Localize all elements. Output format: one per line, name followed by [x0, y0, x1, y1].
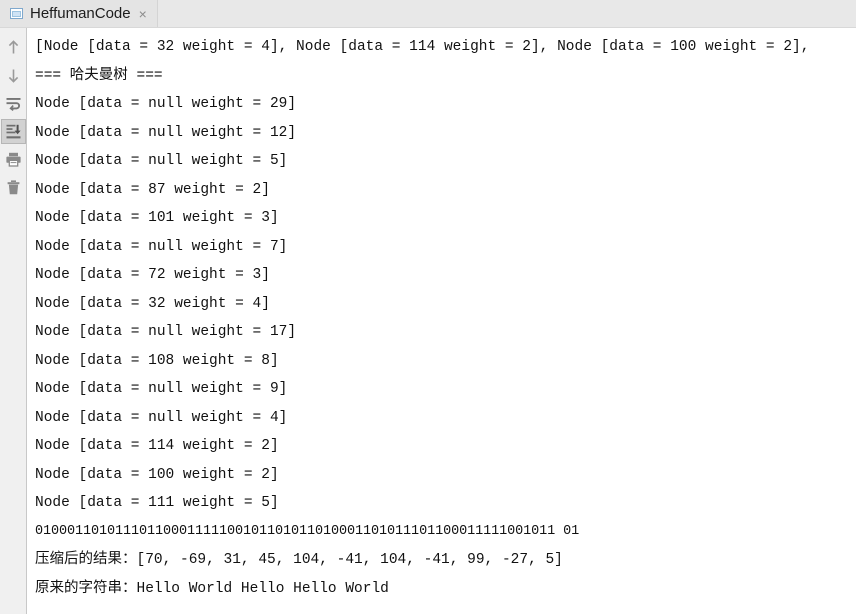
console-window: HeffumanCode × [Node [data = 32 weight =… [0, 0, 856, 614]
tab-bar-empty-area [157, 0, 856, 27]
console-line: Node [data = null weight = 4] [35, 409, 288, 426]
console-line: Node [data = null weight = 29] [35, 96, 297, 112]
console-toolbar [0, 28, 27, 614]
print-icon[interactable] [1, 147, 26, 172]
soft-wrap-icon[interactable] [1, 91, 26, 116]
console-line: Node [data = 72 weight = 3] [35, 267, 270, 283]
console-line: Node [data = 87 weight = 2] [35, 181, 270, 198]
down-arrow-icon[interactable] [1, 63, 26, 88]
scroll-to-end-icon[interactable] [0, 119, 26, 144]
console-line: [Node [data = 32 weight = 4], Node [data… [35, 39, 810, 55]
tab-label: HeffumanCode [30, 4, 131, 22]
console-line-binary: 0100011010111011000111110010110101101000… [35, 523, 580, 539]
console-line: Node [data = null weight = 9] [35, 381, 288, 397]
console-line: Node [data = 111 weight = 5] [35, 495, 279, 511]
close-icon[interactable]: × [137, 7, 149, 21]
console-line-original: 原来的字符串：Hello World Hello Hello World [35, 580, 389, 597]
tab-bar: HeffumanCode × [0, 0, 856, 28]
console-line: === 哈夫曼树 === [35, 67, 163, 84]
trash-icon[interactable] [1, 175, 26, 200]
console-line: Node [data = 100 weight = 2] [35, 466, 279, 483]
console-line-compressed: 压缩后的结果：[70, -69, 31, 45, 104, -41, 104, … [35, 552, 563, 568]
console-line: Node [data = 101 weight = 3] [35, 210, 279, 226]
console-line: Node [data = 108 weight = 8] [35, 352, 279, 369]
console-line: Node [data = null weight = 12] [35, 124, 297, 141]
console-line: Node [data = null weight = 7] [35, 238, 288, 255]
console-body: [Node [data = 32 weight = 4], Node [data… [0, 28, 856, 614]
console-line: Node [data = 114 weight = 2] [35, 438, 279, 454]
console-line: Node [data = null weight = 5] [35, 153, 288, 169]
tab-heffumancode[interactable]: HeffumanCode × [0, 0, 158, 27]
java-class-file-icon [10, 7, 24, 20]
console-line: Node [data = 32 weight = 4] [35, 295, 270, 312]
console-line: Node [data = null weight = 17] [35, 324, 297, 340]
console-output[interactable]: [Node [data = 32 weight = 4], Node [data… [27, 28, 856, 614]
up-arrow-icon[interactable] [1, 35, 26, 60]
